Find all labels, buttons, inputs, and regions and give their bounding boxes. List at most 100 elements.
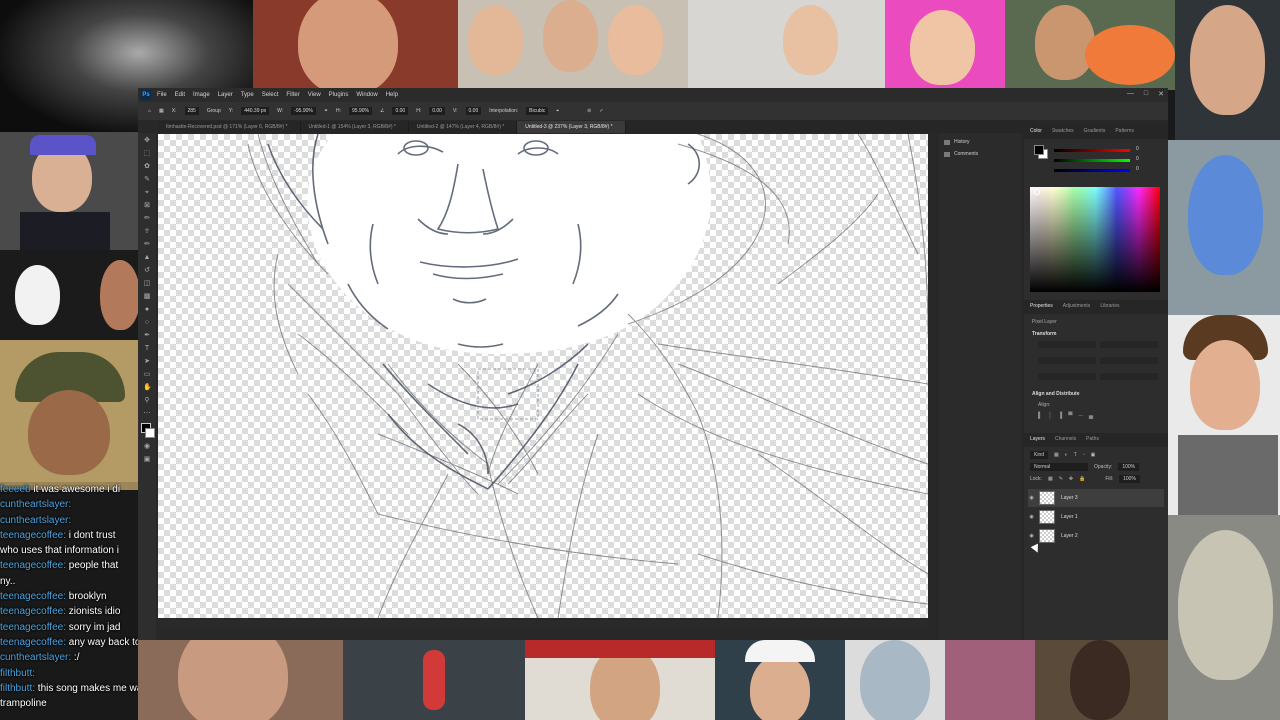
auto-select-mode[interactable]: Group (207, 108, 221, 114)
tab-color[interactable]: Color (1030, 128, 1042, 136)
link-icon[interactable]: ⚭ (324, 108, 328, 114)
visibility-eye-icon[interactable]: ◉ (1028, 495, 1035, 501)
tab-adjustments[interactable]: Adjustments (1063, 303, 1091, 311)
tab-channels[interactable]: Channels (1055, 436, 1076, 444)
transform-flip-buttons[interactable] (1100, 373, 1158, 380)
history-panel-button[interactable]: History (944, 139, 1022, 145)
h-skew-field[interactable]: 0.00 (429, 107, 445, 115)
move-tool-icon[interactable]: ✥ (143, 137, 151, 145)
blue-value[interactable]: 0 (1136, 166, 1139, 172)
tab-document-2[interactable]: Untitled-1 @ 154% (Layer 3, RGB/8#) * (301, 121, 409, 133)
filter-pixel-icon[interactable]: ▦ (1054, 452, 1059, 458)
tab-gradients[interactable]: Gradients (1084, 128, 1106, 136)
y-field[interactable]: 440.39 px (241, 107, 270, 115)
transform-reference-icon[interactable]: ▦ (159, 108, 164, 114)
width-field[interactable]: -95.90% (291, 107, 316, 115)
warp-icon[interactable]: ⌖ (556, 108, 559, 114)
document-canvas-area[interactable] (158, 134, 928, 618)
tab-paths[interactable]: Paths (1086, 436, 1099, 444)
align-top-icon[interactable]: ▀ (1068, 413, 1072, 419)
menu-type[interactable]: Type (241, 92, 254, 98)
cancel-transform-icon[interactable]: ⊘ (587, 108, 591, 114)
more-tools-icon[interactable]: ⋯ (143, 410, 151, 418)
menu-filter[interactable]: Filter (286, 92, 299, 98)
layer-row[interactable]: ◉ Layer 1 (1028, 508, 1164, 526)
tab-libraries[interactable]: Libraries (1100, 303, 1119, 311)
tab-document-4[interactable]: Untitled-3 @ 237% (Layer 3, RGB/8#) * (517, 121, 626, 133)
tab-patterns[interactable]: Patterns (1115, 128, 1134, 136)
tab-swatches[interactable]: Swatches (1052, 128, 1074, 136)
minimize-icon[interactable]: — (1127, 90, 1134, 98)
menu-layer[interactable]: Layer (218, 92, 233, 98)
dodge-tool-icon[interactable]: ○ (143, 319, 151, 327)
blue-slider[interactable] (1054, 169, 1130, 172)
visibility-eye-icon[interactable]: ◉ (1028, 533, 1035, 539)
menu-file[interactable]: File (157, 92, 167, 98)
menu-view[interactable]: View (308, 92, 321, 98)
transform-h-field[interactable] (1100, 341, 1158, 348)
commit-transform-icon[interactable]: ✓ (599, 108, 603, 114)
comments-panel-button[interactable]: Comments (944, 151, 1022, 157)
align-left-icon[interactable]: ▌ (1038, 413, 1042, 419)
menu-plugins[interactable]: Plugins (329, 92, 349, 98)
blend-mode-select[interactable]: Normal (1030, 463, 1088, 471)
menu-select[interactable]: Select (262, 92, 279, 98)
angle-field[interactable]: 0.00 (392, 107, 409, 115)
filter-type-icon[interactable]: T (1074, 452, 1077, 458)
transform-x-field[interactable] (1038, 357, 1096, 364)
opacity-field[interactable]: 100% (1118, 463, 1140, 471)
marquee-tool-icon[interactable]: ⬚ (143, 150, 151, 158)
screen-mode-icon[interactable]: ▣ (143, 456, 151, 464)
healing-tool-icon[interactable]: ☥ (143, 228, 151, 236)
lock-all-icon[interactable]: 🔒 (1079, 476, 1085, 482)
type-tool-icon[interactable]: T (143, 345, 151, 353)
tab-properties[interactable]: Properties (1030, 303, 1053, 311)
transform-w-field[interactable] (1038, 341, 1096, 348)
tab-document-1[interactable]: Itmhastle-Recovered.psd @ 171% (Layer 6,… (158, 121, 301, 133)
menu-image[interactable]: Image (193, 92, 210, 98)
tab-document-3[interactable]: Untitled-2 @ 147% (Layer 4, RGB/8#) * (409, 121, 518, 133)
align-bottom-icon[interactable]: ▄ (1089, 413, 1093, 419)
filter-adjust-icon[interactable]: ◐ (1065, 452, 1068, 458)
crop-tool-icon[interactable]: ⌖ (143, 189, 151, 197)
foreground-color-swatch[interactable] (1034, 145, 1044, 155)
align-right-icon[interactable]: ▐ (1058, 413, 1062, 419)
lock-paint-icon[interactable]: ✎ (1059, 476, 1063, 482)
transparent-canvas[interactable] (158, 134, 928, 618)
quick-select-tool-icon[interactable]: ✎ (143, 176, 151, 184)
tab-layers[interactable]: Layers (1030, 436, 1045, 444)
zoom-tool-icon[interactable]: ⚲ (143, 397, 151, 405)
transform-angle-field[interactable] (1038, 373, 1096, 380)
path-select-tool-icon[interactable]: ➤ (143, 358, 151, 366)
blur-tool-icon[interactable]: ● (143, 306, 151, 314)
v-skew-field[interactable]: 0.00 (465, 107, 482, 115)
transform-y-field[interactable] (1100, 357, 1158, 364)
history-brush-tool-icon[interactable]: ↺ (143, 267, 151, 275)
x-field[interactable]: 285 (184, 107, 199, 115)
transform-section-title[interactable]: Transform (1032, 331, 1168, 337)
brush-tool-icon[interactable]: ✏ (143, 241, 151, 249)
align-center-icon[interactable]: │ (1048, 413, 1052, 419)
lock-position-icon[interactable]: ✥ (1069, 476, 1073, 482)
layer-row[interactable]: ◉ Layer 3 (1028, 489, 1164, 507)
hand-tool-icon[interactable]: ✋ (143, 384, 152, 392)
filter-smart-icon[interactable]: ▣ (1091, 452, 1096, 458)
height-field[interactable]: 95.90% (349, 107, 372, 115)
align-middle-icon[interactable]: ─ (1079, 413, 1083, 419)
color-picker-field[interactable] (1030, 187, 1160, 292)
menu-window[interactable]: Window (356, 92, 377, 98)
close-icon[interactable]: ✕ (1158, 90, 1164, 98)
home-icon[interactable]: ⌂ (148, 108, 151, 114)
lock-pixels-icon[interactable]: ▦ (1048, 476, 1053, 482)
fill-field[interactable]: 100% (1119, 475, 1140, 483)
filter-shape-icon[interactable]: ▫ (1083, 452, 1085, 458)
layer-kind-filter[interactable]: Kind (1030, 451, 1049, 459)
lasso-tool-icon[interactable]: ✿ (143, 163, 151, 171)
quick-mask-icon[interactable]: ◉ (143, 443, 151, 451)
stamp-tool-icon[interactable]: ▲ (143, 254, 151, 262)
menu-edit[interactable]: Edit (175, 92, 185, 98)
eraser-tool-icon[interactable]: ◫ (143, 280, 151, 288)
align-section-title[interactable]: Align and Distribute (1032, 391, 1168, 397)
layer-row[interactable]: ◉ Layer 2 (1028, 527, 1164, 545)
visibility-eye-icon[interactable]: ◉ (1028, 514, 1035, 520)
